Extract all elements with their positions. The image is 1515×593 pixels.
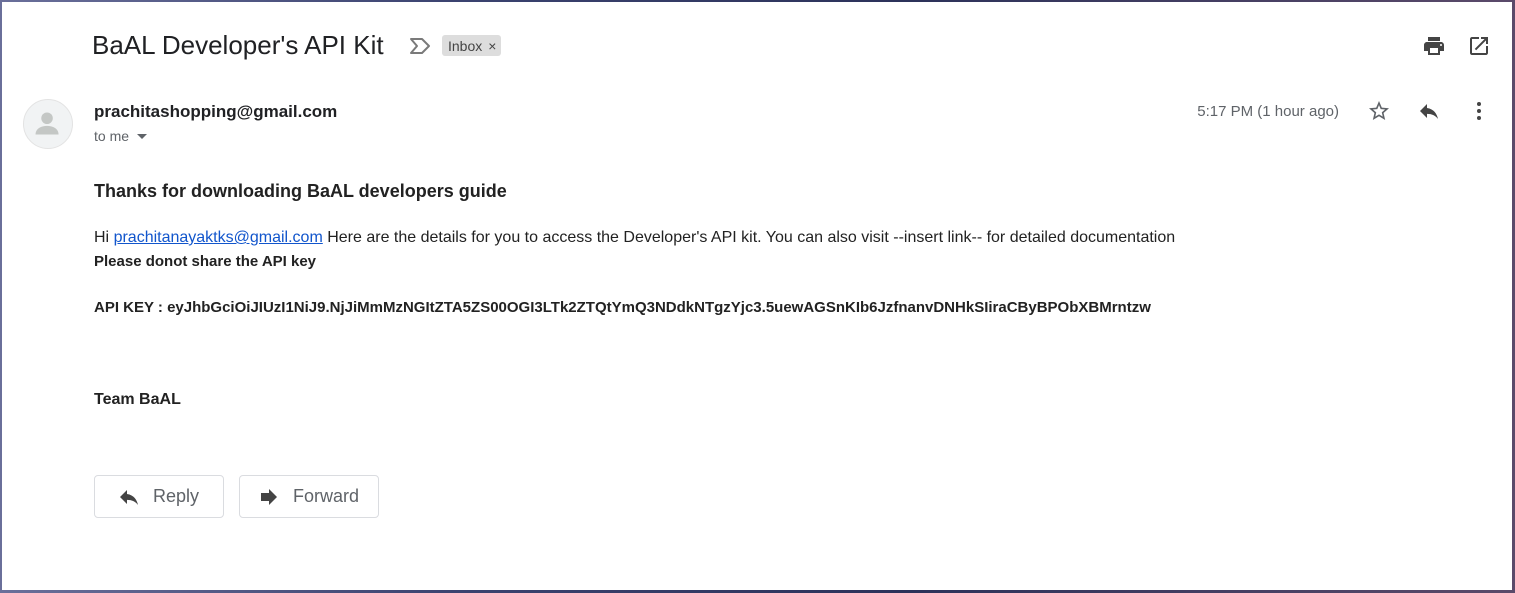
open-in-new-window-icon[interactable] bbox=[1467, 34, 1491, 58]
api-key-text: API KEY : eyJhbGciOiJIUzI1NiJ9.NjJiMmMzN… bbox=[94, 299, 1151, 316]
message-heading: Thanks for downloading BaAL developers g… bbox=[94, 181, 507, 201]
show-details-dropdown-icon[interactable] bbox=[137, 133, 148, 139]
label-text: Inbox bbox=[448, 37, 483, 54]
more-vert-icon[interactable] bbox=[1467, 99, 1491, 123]
email-timestamp: 5:17 PM (1 hour ago) bbox=[1197, 103, 1339, 120]
important-marker-icon[interactable] bbox=[409, 36, 431, 56]
message-greeting: Hi prachitanayaktks@gmail.com Here are t… bbox=[94, 229, 1175, 247]
forward-button[interactable]: Forward bbox=[239, 475, 379, 518]
print-icon[interactable] bbox=[1422, 34, 1446, 58]
email-subject: BaAL Developer's API Kit bbox=[92, 30, 384, 60]
reply-button[interactable]: Reply bbox=[94, 475, 224, 518]
inbox-label-chip: Inbox × bbox=[442, 35, 502, 56]
recipient-text: to me bbox=[94, 128, 130, 144]
reply-label: Reply bbox=[153, 486, 200, 506]
star-icon[interactable] bbox=[1367, 99, 1391, 123]
recipient-line: to me bbox=[94, 128, 148, 144]
remove-label-button[interactable]: × bbox=[488, 38, 496, 54]
api-key-warning: Please donot share the API key bbox=[94, 253, 317, 270]
default-avatar-icon bbox=[23, 99, 73, 149]
forward-icon bbox=[261, 488, 277, 505]
reply-icon[interactable] bbox=[1417, 99, 1441, 123]
email-view: BaAL Developer's API Kit Inbox × prachit… bbox=[2, 2, 1512, 590]
reply-icon bbox=[120, 489, 138, 505]
greeting-prefix: Hi bbox=[94, 229, 114, 246]
forward-label: Forward bbox=[293, 486, 360, 506]
recipient-email-link[interactable]: prachitanayaktks@gmail.com bbox=[114, 229, 323, 246]
signature: Team BaAL bbox=[94, 391, 181, 408]
sender-address[interactable]: prachitashopping@gmail.com bbox=[94, 102, 337, 122]
greeting-rest: Here are the details for you to access t… bbox=[322, 229, 1176, 246]
